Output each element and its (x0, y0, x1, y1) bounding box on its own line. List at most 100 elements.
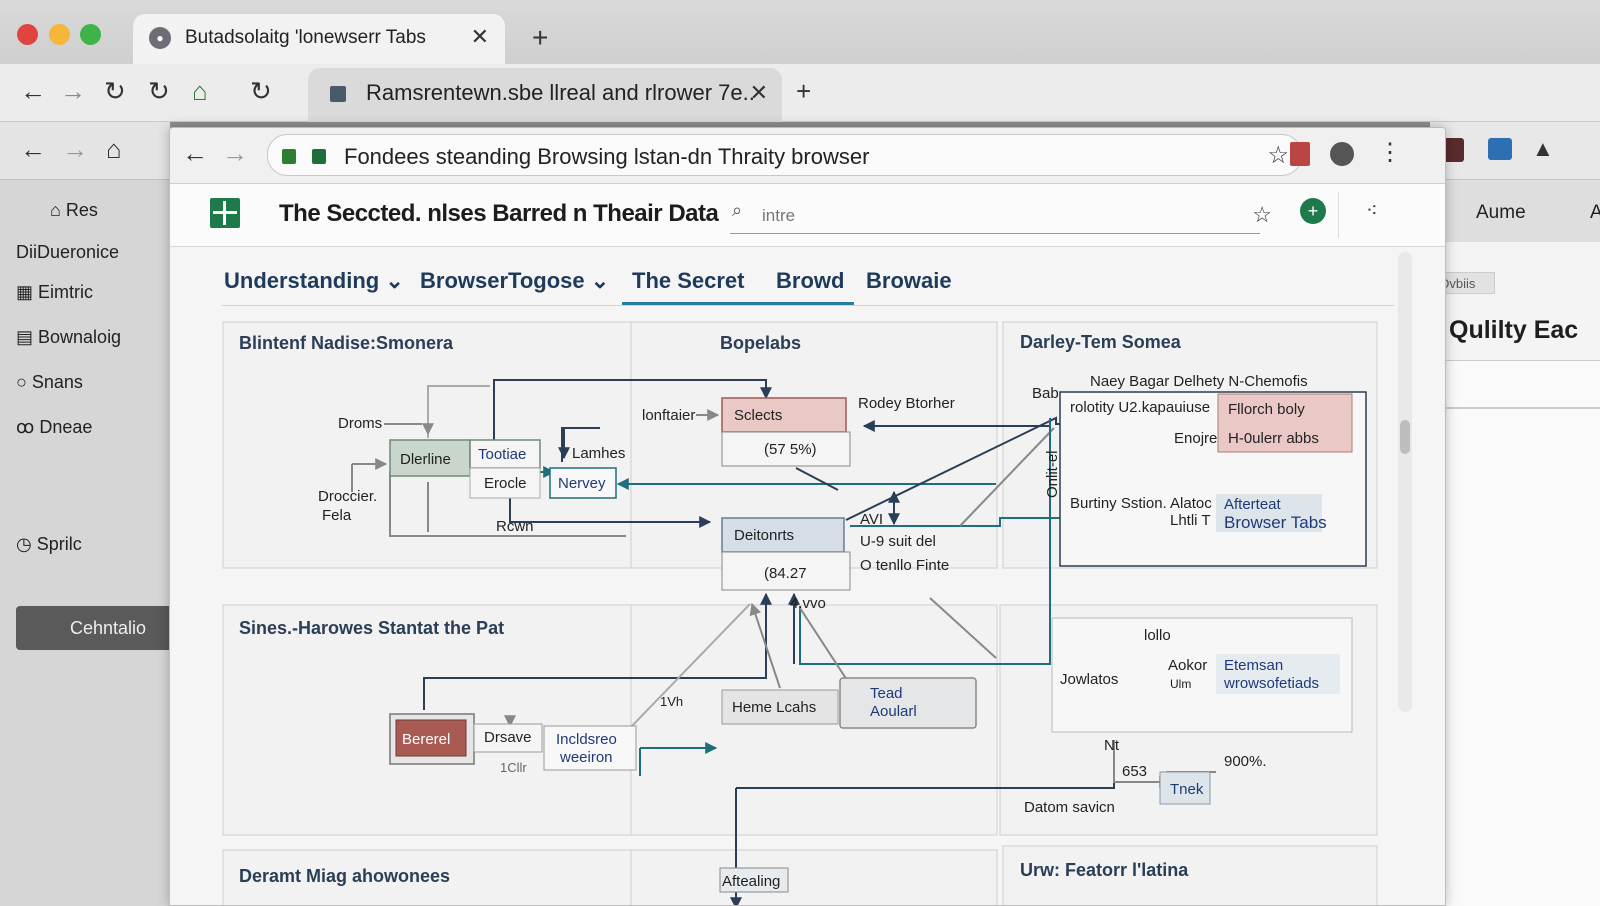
label-icllr: 1Cllr (500, 760, 527, 775)
background-nav-bar: ← → ⌂ (0, 122, 170, 180)
background-window-right: ▲ Aume A Dvbiis Qulilty Eac (1430, 122, 1600, 906)
label-aokor: Aokor (1168, 657, 1207, 674)
label-avi: AVI (860, 511, 883, 528)
minimize-window-button[interactable] (49, 24, 70, 45)
node-sclects-label: Sclects (734, 407, 782, 424)
label-enojre: Enojre (1174, 430, 1217, 447)
node-incldsreo-label: Incldsreo (556, 731, 617, 748)
sidebar-item-sprilc[interactable]: ◷ Sprilc (16, 534, 82, 555)
label-ulm: Ulm (1170, 677, 1191, 691)
label-rolotity: rolotity U2.kapauiuse (1070, 399, 1210, 416)
outer-browser-tab[interactable]: ● Butadsolaitg 'lonewserr Tabs ✕ (133, 14, 505, 66)
sidebar-item-active[interactable]: Cehntalio (16, 606, 176, 650)
label-fela: Fela (322, 507, 352, 524)
sidebar-item-bownaloig[interactable]: ▤ Bownaloig (16, 327, 121, 348)
second-tab-title: Ramsrentewn.sbe llreal and rlrower 7e.. (366, 80, 755, 105)
label-droccier: Droccier. (318, 488, 377, 505)
section-title-top-right: Darley-Tem Somea (1020, 332, 1182, 352)
home-icon[interactable]: ⌂ (106, 136, 122, 162)
flow-diagram: Blintenf Nadise:Smonera Bopelabs Darley-… (222, 321, 1378, 905)
section-title-top-middle: Bopelabs (720, 333, 801, 353)
close-tab-icon[interactable]: ✕ (471, 24, 489, 50)
sidebar-item-eimtric[interactable]: ▦ Eimtric (16, 282, 93, 303)
node-deitonrts-label: Deitonrts (734, 527, 794, 544)
circle-icon: ○ (16, 372, 32, 392)
node-afterteat-label: Afterteat (1224, 496, 1282, 513)
label-jowlatos: Jowlatos (1060, 671, 1118, 688)
second-toolbar: ← → ↻ ↻ ⌂ ↻ Ramsrentewn.sbe llreal and r… (0, 64, 1600, 122)
label-otenllo: O tenllo Finte (860, 557, 949, 574)
label-naey-bagar: Naey Bagar Delhety N-Chemofis (1090, 373, 1308, 390)
label-lonftaier: lonftaier (642, 407, 695, 424)
forward-icon[interactable]: → (60, 78, 86, 104)
node-etemsan-label: Etemsan (1224, 657, 1283, 674)
new-tab-button[interactable]: + (796, 78, 811, 104)
label-rodey-btorher: Rodey Btorher (858, 395, 955, 412)
node-deitonrts-value-label: (84.27 (764, 565, 807, 582)
document-icon: ▤ (16, 327, 39, 347)
label-burtiny: Burtiny Sstion. Alatoc (1070, 495, 1212, 512)
reload-icon[interactable]: ↻ (104, 78, 126, 104)
node-tead-label: Tead (870, 685, 903, 702)
label-lamhes: Lamhes (572, 445, 625, 462)
node-fllorch-label: Fllorch boly (1228, 401, 1305, 418)
node-erocle-label: Erocle (484, 475, 527, 492)
new-tab-button[interactable]: + (532, 22, 548, 54)
label-datom-savicn: Datom savicn (1024, 799, 1115, 816)
label-onlit: Onlit-el (1044, 450, 1061, 498)
node-wrowsofetiads-label: wrowsofetiads (1223, 675, 1319, 692)
close-tab-icon[interactable]: ✕ (750, 80, 768, 106)
sidebar-item-diidueronice[interactable]: DiiDueronice (16, 242, 119, 263)
second-browser-tab[interactable]: Ramsrentewn.sbe llreal and rlrower 7e.. … (308, 68, 782, 122)
reload-alt-icon[interactable]: ↻ (148, 78, 170, 104)
node-dlerline-label: Dlerline (400, 451, 451, 468)
node-drsave-label: Drsave (484, 729, 532, 746)
background-label-aume: Aume (1476, 202, 1526, 223)
outer-tab-bar: ● Butadsolaitg 'lonewserr Tabs ✕ + (0, 0, 1600, 66)
node-weeiron-label: weeiron (559, 749, 613, 766)
forward-icon[interactable]: → (62, 136, 88, 162)
node-bererel-label: Bererel (402, 731, 450, 748)
lock-icon (330, 86, 346, 102)
sidebar-item-snans[interactable]: ○ Snans (16, 372, 83, 393)
window-icon[interactable] (1488, 138, 1512, 160)
refresh-icon[interactable]: ↻ (250, 78, 272, 104)
node-aoularl-label: Aoularl (870, 703, 917, 720)
close-window-button[interactable] (17, 24, 38, 45)
label-nt: Nt (1104, 737, 1120, 754)
node-sclects-value-label: (57 5%) (764, 441, 817, 458)
back-icon[interactable]: ← (20, 136, 46, 162)
clock-icon: ◷ (16, 534, 37, 554)
background-card (1435, 408, 1600, 906)
section-title-footer-right: Urw: Featorr l'latina (1020, 860, 1189, 880)
grid-icon: ▦ (16, 282, 39, 302)
maximize-window-button[interactable] (80, 24, 101, 45)
sidebar-item-dneae[interactable]: ꝏ Dneae (16, 417, 92, 438)
node-aftealing-label: Aftealing (722, 873, 780, 890)
background-right-panel: Dvbiis Qulilty Eac (1430, 242, 1600, 906)
label-lollo: lollo (1144, 627, 1171, 644)
node-browser-tabs-label: Browser Tabs (1224, 513, 1327, 532)
label-1vh: 1Vh (660, 694, 683, 709)
background-card (1435, 360, 1600, 408)
panel-footer-middle (630, 849, 998, 905)
label-bab: Bab (1032, 385, 1059, 402)
people-icon: ꝏ (16, 417, 40, 437)
sidebar-item-res[interactable]: ⌂ Res (50, 200, 98, 221)
label-rcwn: Rcwn (496, 518, 534, 535)
bell-icon[interactable]: ▲ (1532, 136, 1554, 162)
home-icon[interactable]: ⌂ (192, 78, 208, 104)
label-900: 900%. (1224, 753, 1267, 770)
section-title-bottom-left: Sines.-Harowes Stantat the Pat (239, 618, 504, 638)
front-browser-window: ← → Fondees steanding Browsing lstan-dn … (169, 127, 1446, 906)
section-title-footer-left: Deramt Miag ahowonees (239, 866, 450, 886)
background-heading: Qulilty Eac (1449, 316, 1579, 344)
node-nervey-label: Nervey (558, 475, 606, 492)
section-title-top-left: Blintenf Nadise:Smonera (239, 333, 454, 353)
back-icon[interactable]: ← (20, 78, 46, 104)
background-label-a: A (1590, 202, 1600, 223)
tab-favicon-icon: ● (149, 27, 171, 49)
label-653: 653 (1122, 763, 1147, 780)
label-lhtli: Lhtli T (1170, 512, 1211, 529)
node-tootiae-label: Tootiae (478, 446, 526, 463)
